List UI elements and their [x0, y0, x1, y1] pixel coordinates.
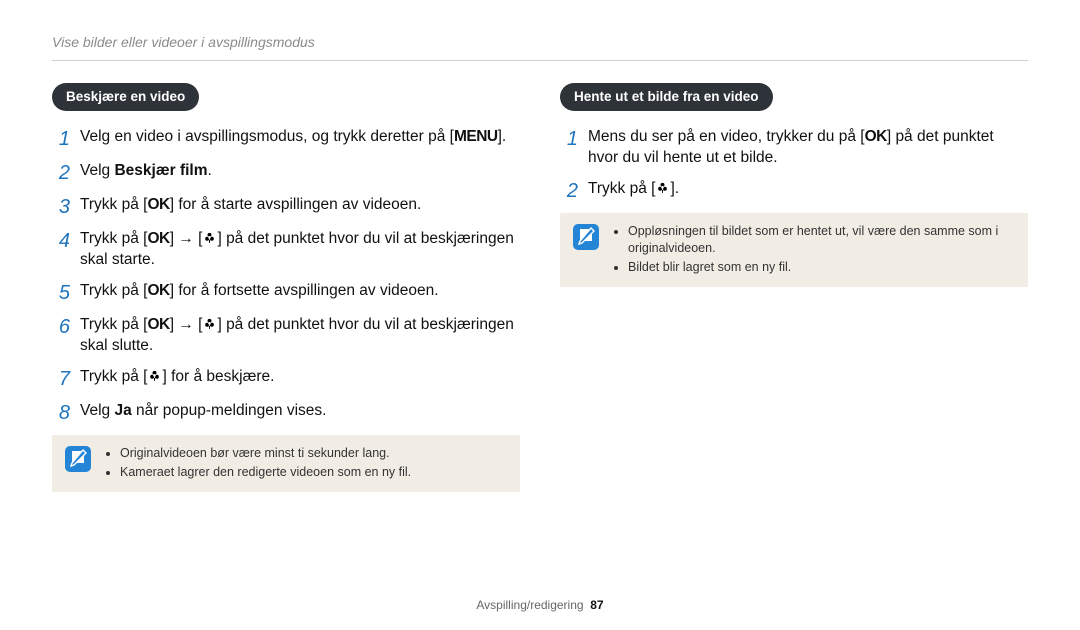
step-text: Velg Beskjær film. [80, 161, 212, 182]
step-number: 5 [52, 281, 70, 305]
step-text: Trykk på [] for å beskjære. [80, 367, 274, 388]
ok-icon: OK [147, 230, 169, 247]
section-heading-left: Beskjære en video [52, 83, 199, 111]
flower-icon [655, 180, 670, 195]
section-heading-right: Hente ut et bilde fra en video [560, 83, 773, 111]
note-icon [64, 445, 92, 473]
step-number: 4 [52, 229, 70, 253]
step-text: Mens du ser på en video, trykker du på [… [588, 127, 1028, 169]
ok-icon: OK [865, 128, 887, 145]
step: 7 Trykk på [] for å beskjære. [52, 367, 520, 391]
step-number: 8 [52, 401, 70, 425]
step-number: 1 [52, 127, 70, 151]
note-icon [572, 223, 600, 251]
note-item: Kameraet lagrer den redigerte videoen so… [120, 464, 411, 481]
flower-icon [202, 316, 217, 331]
page-footer: Avspilling/redigering 87 [0, 598, 1080, 612]
ok-icon: OK [147, 282, 169, 299]
note-list: Originalvideoen bør være minst ti sekund… [104, 445, 411, 483]
step: 8 Velg Ja når popup-meldingen vises. [52, 401, 520, 425]
step-number: 1 [560, 127, 578, 151]
step-text: Trykk på [OK] for å starte avspillingen … [80, 195, 421, 216]
flower-icon [147, 368, 162, 383]
ok-icon: OK [147, 196, 169, 213]
step-text: Velg Ja når popup-meldingen vises. [80, 401, 326, 422]
note-box: Originalvideoen bør være minst ti sekund… [52, 435, 520, 493]
step: 1 Mens du ser på en video, trykker du på… [560, 127, 1028, 169]
note-item: Bildet blir lagret som en ny fil. [628, 259, 1016, 276]
step-number: 3 [52, 195, 70, 219]
step: 3 Trykk på [OK] for å starte avspillinge… [52, 195, 520, 219]
note-item: Originalvideoen bør være minst ti sekund… [120, 445, 411, 462]
step-number: 6 [52, 315, 70, 339]
breadcrumb: Vise bilder eller videoer i avspillingsm… [52, 34, 1028, 50]
step: 4 Trykk på [OK] → [] på det punktet hvor… [52, 229, 520, 271]
note-list: Oppløsningen til bildet som er hentet ut… [612, 223, 1016, 278]
step-text: Trykk på [OK] → [] på det punktet hvor d… [80, 229, 520, 271]
menu-icon: MENU [454, 128, 498, 145]
step-text: Trykk på []. [588, 179, 679, 200]
step-number: 2 [560, 179, 578, 203]
footer-section: Avspilling/redigering [476, 598, 583, 612]
step-number: 7 [52, 367, 70, 391]
step: 5 Trykk på [OK] for å fortsette avspilli… [52, 281, 520, 305]
flower-icon [202, 230, 217, 245]
left-column: Beskjære en video 1 Velg en video i avsp… [52, 83, 520, 492]
step-text: Trykk på [OK] → [] på det punktet hvor d… [80, 315, 520, 357]
divider [52, 60, 1028, 61]
step: 6 Trykk på [OK] → [] på det punktet hvor… [52, 315, 520, 357]
page-number: 87 [590, 598, 603, 612]
note-item: Oppløsningen til bildet som er hentet ut… [628, 223, 1016, 257]
right-column: Hente ut et bilde fra en video 1 Mens du… [560, 83, 1028, 492]
step: 2 Velg Beskjær film. [52, 161, 520, 185]
steps-left: 1 Velg en video i avspillingsmodus, og t… [52, 127, 520, 425]
note-box: Oppløsningen til bildet som er hentet ut… [560, 213, 1028, 288]
step: 2 Trykk på []. [560, 179, 1028, 203]
step-text: Velg en video i avspillingsmodus, og try… [80, 127, 506, 148]
step-number: 2 [52, 161, 70, 185]
step: 1 Velg en video i avspillingsmodus, og t… [52, 127, 520, 151]
steps-right: 1 Mens du ser på en video, trykker du på… [560, 127, 1028, 203]
ok-icon: OK [147, 316, 169, 333]
step-text: Trykk på [OK] for å fortsette avspilling… [80, 281, 439, 302]
